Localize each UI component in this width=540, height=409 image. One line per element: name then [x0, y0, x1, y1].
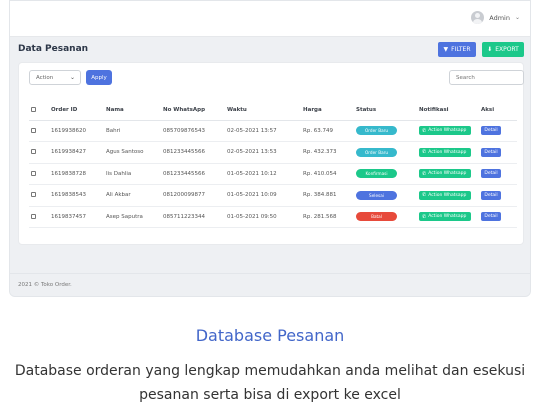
status-badge: Order Baru [356, 147, 397, 157]
whatsapp-icon: ✆ [422, 149, 427, 156]
whatsapp-action-button[interactable]: ✆ Action Whatsapp [419, 190, 471, 200]
top-navbar: Admin ⌄ [10, 1, 530, 37]
row-checkbox[interactable] [31, 170, 36, 176]
column-header[interactable]: No WhatsApp [161, 101, 225, 121]
customer-name: Iis Dahlia [104, 163, 161, 185]
user-name: Admin [489, 13, 510, 22]
row-checkbox[interactable] [31, 127, 36, 133]
order-id: 1619838543 [49, 184, 104, 207]
whatsapp-icon: ✆ [422, 192, 427, 199]
bulk-action-select[interactable]: Action ⌄ [29, 70, 81, 85]
order-price: Rp. 281.568 [301, 206, 354, 228]
whatsapp-action-button[interactable]: ✆ Action Whatsapp [419, 212, 471, 222]
whatsapp-action-label: Action Whatsapp [428, 192, 467, 198]
orders-table: Order ID Nama No WhatsApp Waktu Harga St… [29, 101, 517, 228]
order-id: 1619938620 [49, 120, 104, 142]
order-price: Rp. 432.373 [301, 141, 354, 164]
detail-button[interactable]: Detail [481, 169, 501, 179]
whatsapp-number: 081200099877 [161, 184, 225, 207]
page-title: Data Pesanan [18, 44, 89, 54]
status-badge: Konfirmasi [356, 169, 397, 179]
status-badge: Batal [356, 212, 397, 222]
customer-name: Ali Akbar [104, 184, 161, 207]
table-header-row: Order ID Nama No WhatsApp Waktu Harga St… [29, 101, 517, 121]
whatsapp-icon: ✆ [422, 213, 427, 220]
column-header[interactable]: Waktu [225, 101, 301, 121]
section-description: Database orderan yang lengkap memudahkan… [14, 363, 526, 403]
export-label: EXPORT [495, 46, 519, 53]
order-time: 01-05-2021 09:50 [225, 206, 301, 228]
table-row: 1619838543 Ali Akbar 081200099877 01-05-… [29, 184, 517, 207]
status-badge: Order Baru [356, 126, 397, 136]
filter-label: FILTER [451, 46, 471, 53]
order-id: 1619837457 [49, 206, 104, 228]
whatsapp-icon: ✆ [422, 127, 427, 134]
order-price: Rp. 410.054 [301, 163, 354, 185]
status-badge: Selesai [356, 190, 397, 200]
whatsapp-action-button[interactable]: ✆ Action Whatsapp [419, 147, 471, 157]
customer-name: Bahri [104, 120, 161, 142]
export-button[interactable]: ⬇ EXPORT [482, 42, 524, 57]
section-title: Database Pesanan [195, 326, 345, 345]
column-header: Aksi [479, 101, 517, 121]
table-row: 1619938620 Bahri 085709876543 02-05-2021… [29, 120, 517, 142]
row-checkbox[interactable] [31, 192, 36, 198]
apply-button[interactable]: Apply [86, 70, 112, 85]
avatar-icon [471, 11, 485, 24]
whatsapp-number: 081233445566 [161, 163, 225, 185]
whatsapp-action-label: Action Whatsapp [428, 214, 467, 220]
table-row: 1619938427 Agus Santoso 081233445566 02-… [29, 141, 517, 164]
chevron-down-icon: ⌄ [514, 14, 520, 21]
select-all-cell [29, 101, 49, 121]
filter-button[interactable]: ▼ FILTER [438, 42, 476, 57]
whatsapp-action-label: Action Whatsapp [428, 149, 467, 155]
bulk-action-value: Action [36, 74, 54, 81]
column-header[interactable]: Order ID [49, 101, 104, 121]
whatsapp-action-label: Action Whatsapp [428, 171, 467, 177]
column-header[interactable]: Notifikasi [417, 101, 479, 121]
column-header[interactable]: Status [354, 101, 417, 121]
select-all-checkbox[interactable] [31, 107, 36, 113]
order-time: 01-05-2021 10:12 [225, 163, 301, 185]
app-footer: 2021 © Toko Order. [10, 273, 530, 296]
order-time: 02-05-2021 13:53 [225, 141, 301, 164]
detail-button[interactable]: Detail [481, 126, 501, 136]
order-id: 1619938427 [49, 141, 104, 164]
order-time: 02-05-2021 13:57 [225, 120, 301, 142]
download-icon: ⬇ [487, 46, 493, 53]
whatsapp-action-label: Action Whatsapp [428, 128, 467, 134]
column-header[interactable]: Harga [301, 101, 354, 121]
order-time: 01-05-2021 10:09 [225, 184, 301, 207]
whatsapp-number: 085709876543 [161, 120, 225, 142]
whatsapp-number: 081233445566 [161, 141, 225, 164]
order-id: 1619838728 [49, 163, 104, 185]
customer-name: Agus Santoso [104, 141, 161, 164]
whatsapp-action-button[interactable]: ✆ Action Whatsapp [419, 169, 471, 179]
detail-button[interactable]: Detail [481, 190, 501, 200]
app-window: Admin ⌄ Data Pesanan ▼ FILTER ⬇ EXPORT A… [9, 0, 531, 297]
user-menu[interactable]: Admin ⌄ [471, 11, 520, 24]
whatsapp-action-button[interactable]: ✆ Action Whatsapp [419, 126, 471, 136]
column-header[interactable]: Nama [104, 101, 161, 121]
detail-button[interactable]: Detail [481, 147, 501, 157]
chevron-down-icon: ⌄ [69, 74, 75, 81]
row-checkbox[interactable] [31, 149, 36, 155]
row-checkbox[interactable] [31, 213, 36, 219]
search-input[interactable] [449, 70, 524, 85]
customer-name: Asep Saputra [104, 206, 161, 228]
whatsapp-number: 085711223344 [161, 206, 225, 228]
filter-icon: ▼ [443, 46, 449, 53]
footer-copyright: 2021 © Toko Order. [18, 282, 72, 288]
order-price: Rp. 63.749 [301, 120, 354, 142]
table-row: 1619837457 Asep Saputra 085711223344 01-… [29, 206, 517, 228]
order-price: Rp. 384.881 [301, 184, 354, 207]
whatsapp-icon: ✆ [422, 170, 427, 177]
table-row: 1619838728 Iis Dahlia 081233445566 01-05… [29, 163, 517, 185]
orders-card: Action ⌄ Apply Order ID Nama No WhatsApp… [18, 62, 524, 245]
detail-button[interactable]: Detail [481, 212, 501, 222]
